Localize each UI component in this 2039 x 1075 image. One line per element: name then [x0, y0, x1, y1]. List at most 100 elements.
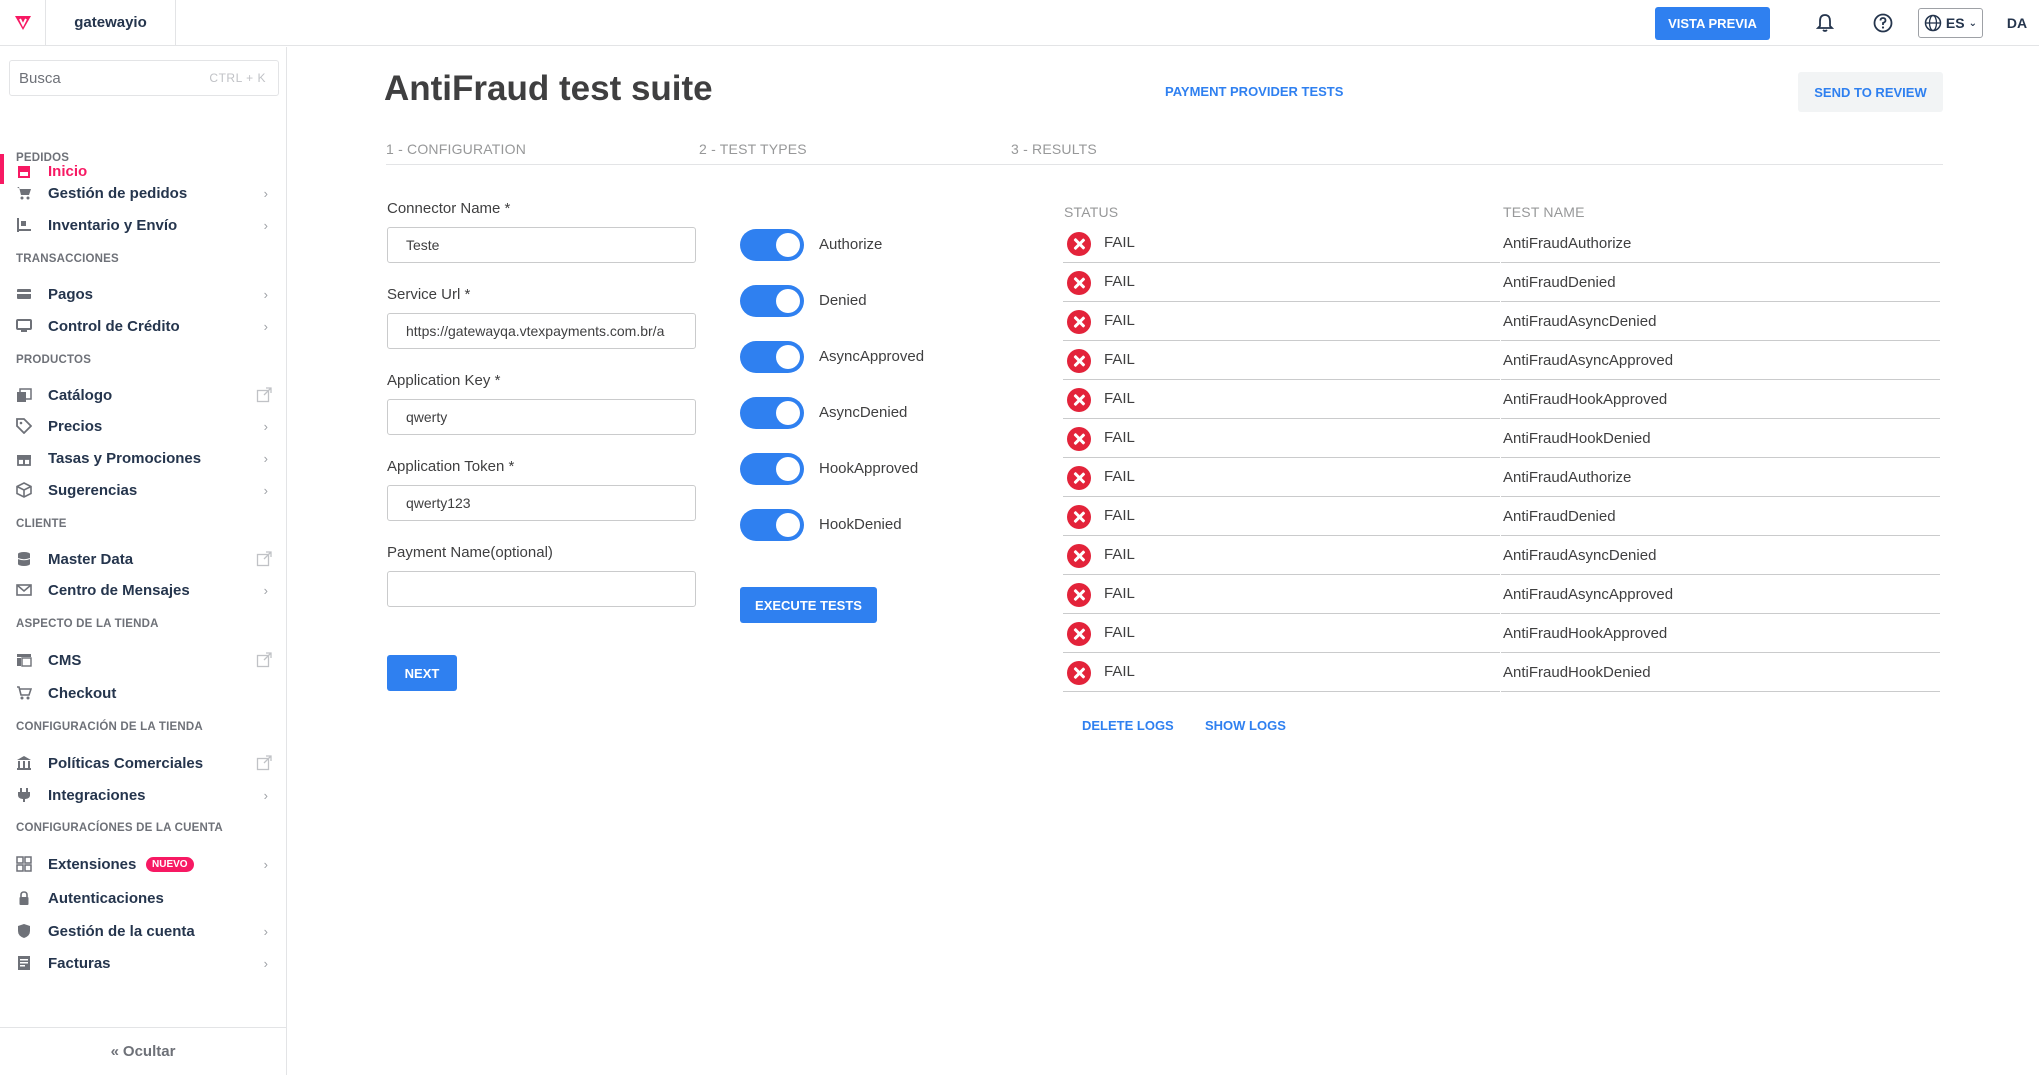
help-icon[interactable] [1854, 0, 1912, 46]
account-name[interactable]: gatewayio [46, 0, 176, 46]
chevron-right-icon: › [263, 923, 268, 939]
test-name-cell: AntiFraudDenied [1501, 263, 1940, 302]
fail-x-icon [1067, 349, 1091, 373]
status-text: FAIL [1104, 390, 1135, 407]
sidebar-item-master-data[interactable]: Master Data [0, 546, 286, 572]
grid-icon [15, 855, 33, 873]
gift-icon [15, 449, 33, 467]
sidebar-item-pagos[interactable]: Pagos › [0, 281, 286, 307]
language-selector[interactable]: ES ⌄ [1917, 8, 1983, 38]
tag-icon [15, 417, 33, 435]
section-config-tienda: CONFIGURACIÓN DE LA TIENDA [16, 721, 203, 733]
fail-x-icon [1067, 583, 1091, 607]
table-row: FAIL AntiFraudHookApproved [1063, 380, 1940, 419]
chevron-right-icon: › [263, 217, 268, 233]
test-name-cell: AntiFraudDenied [1501, 497, 1940, 536]
new-badge: NUEVO [146, 856, 194, 872]
table-row: FAIL AntiFraudAuthorize [1063, 224, 1940, 263]
chevron-right-icon: › [263, 955, 268, 971]
sidebar-item-label: Gestión de pedidos [48, 184, 188, 202]
test-name-text: AntiFraudHookApproved [1503, 625, 1668, 642]
sidebar-item-extensiones[interactable]: Extensiones NUEVO › [0, 851, 286, 877]
next-button[interactable]: NEXT [387, 655, 457, 691]
execute-tests-button[interactable]: EXECUTE TESTS [740, 587, 877, 623]
search-input[interactable]: Busca CTRL + K [9, 60, 279, 96]
service-url-input[interactable]: https://gatewayqa.vtexpayments.com.br/a [387, 313, 696, 349]
payment-name-input[interactable] [387, 571, 696, 607]
test-name-text: AntiFraudAsyncApproved [1503, 352, 1674, 369]
catalog-icon [15, 386, 33, 404]
chevron-right-icon: › [263, 482, 268, 498]
bell-icon[interactable] [1796, 0, 1854, 46]
connector-name-input[interactable]: Teste [387, 227, 696, 263]
sidebar-item-integraciones[interactable]: Integraciones › [0, 782, 286, 808]
show-logs-link[interactable]: SHOW LOGS [1205, 718, 1286, 733]
step-configuration: 1 - CONFIGURATION [386, 141, 527, 157]
toggle-hook-denied[interactable] [740, 509, 804, 541]
sidebar-item-sugerencias[interactable]: Sugerencias › [0, 477, 286, 503]
table-row: FAIL AntiFraudHookApproved [1063, 614, 1940, 653]
toggle-async-approved[interactable] [740, 341, 804, 373]
toggle-async-denied[interactable] [740, 397, 804, 429]
sidebar-item-autenticaciones[interactable]: Autenticaciones [0, 885, 286, 911]
toggle-denied[interactable] [740, 285, 804, 317]
page-title: AntiFraud test suite [384, 69, 713, 108]
test-name-text: AntiFraudAuthorize [1503, 469, 1632, 486]
credit-control-icon [15, 317, 33, 335]
store-icon [15, 162, 33, 180]
chevron-right-icon: › [263, 787, 268, 803]
toggle-label-async-denied: AsyncDenied [819, 404, 908, 421]
external-link-icon [256, 551, 272, 567]
sidebar-item-precios[interactable]: Precios › [0, 413, 286, 439]
table-row: FAIL AntiFraudAsyncDenied [1063, 302, 1940, 341]
toggle-hook-approved[interactable] [740, 453, 804, 485]
sidebar-item-label: Inicio [48, 162, 88, 180]
test-name-text: AntiFraudHookDenied [1503, 664, 1651, 681]
sidebar-item-mensajes[interactable]: Centro de Mensajes › [0, 577, 286, 603]
payment-provider-tests-link[interactable]: PAYMENT PROVIDER TESTS [1165, 84, 1343, 99]
application-key-label: Application Key * [387, 372, 501, 389]
globe-icon [1924, 14, 1942, 32]
chevron-right-icon: › [263, 418, 268, 434]
test-name-text: AntiFraudAuthorize [1503, 235, 1632, 252]
user-initials[interactable]: DA [1995, 15, 2039, 31]
layout-icon [15, 651, 33, 669]
steps-header: 1 - CONFIGURATION 2 - TEST TYPES 3 - RES… [386, 139, 1943, 165]
sidebar-item-gestion-cuenta[interactable]: Gestión de la cuenta › [0, 918, 286, 944]
sidebar-item-cms[interactable]: CMS [0, 647, 286, 673]
toggle-label-async-approved: AsyncApproved [819, 348, 925, 365]
bank-icon [15, 754, 33, 772]
plug-icon [15, 786, 33, 804]
application-token-input[interactable]: qwerty123 [387, 485, 696, 521]
test-name-cell: AntiFraudAuthorize [1501, 458, 1940, 497]
sidebar-item-gestion-pedidos[interactable]: Gestión de pedidos › [0, 180, 286, 206]
sidebar-item-catalogo[interactable]: Catálogo [0, 382, 286, 408]
test-name-text: AntiFraudDenied [1503, 274, 1616, 291]
sidebar-item-label: Pagos [48, 285, 94, 303]
status-text: FAIL [1104, 351, 1135, 368]
vtex-logo-icon[interactable] [0, 0, 46, 46]
sidebar-item-inventario[interactable]: Inventario y Envío › [0, 212, 286, 238]
status-text: FAIL [1104, 429, 1135, 446]
preview-button[interactable]: VISTA PREVIA [1655, 6, 1770, 40]
sidebar-item-credito[interactable]: Control de Crédito › [0, 313, 286, 339]
sidebar-item-facturas[interactable]: Facturas › [0, 950, 286, 976]
toggle-authorize[interactable] [740, 229, 804, 261]
sidebar-item-politicas[interactable]: Políticas Comerciales [0, 750, 286, 776]
delete-logs-link[interactable]: DELETE LOGS [1082, 718, 1174, 733]
sidebar-item-tasas[interactable]: Tasas y Promociones › [0, 445, 286, 471]
chevron-right-icon: › [263, 185, 268, 201]
sidebar-item-checkout[interactable]: Checkout [0, 680, 286, 706]
fail-x-icon [1067, 310, 1091, 334]
send-to-review-button[interactable]: SEND TO REVIEW [1798, 72, 1943, 112]
hide-sidebar-button[interactable]: « Ocultar [0, 1027, 286, 1075]
status-cell: FAIL [1063, 341, 1500, 380]
sidebar-item-label: Control de Crédito [48, 317, 180, 335]
status-text: FAIL [1104, 624, 1135, 641]
status-text: FAIL [1104, 312, 1135, 329]
test-name-cell: AntiFraudAsyncApproved [1501, 341, 1940, 380]
table-row: FAIL AntiFraudDenied [1063, 263, 1940, 302]
application-key-input[interactable]: qwerty [387, 399, 696, 435]
test-name-cell: AntiFraudHookApproved [1501, 380, 1940, 419]
sidebar: Busca CTRL + K Inicio PEDIDOS Gestión de… [0, 47, 287, 1075]
